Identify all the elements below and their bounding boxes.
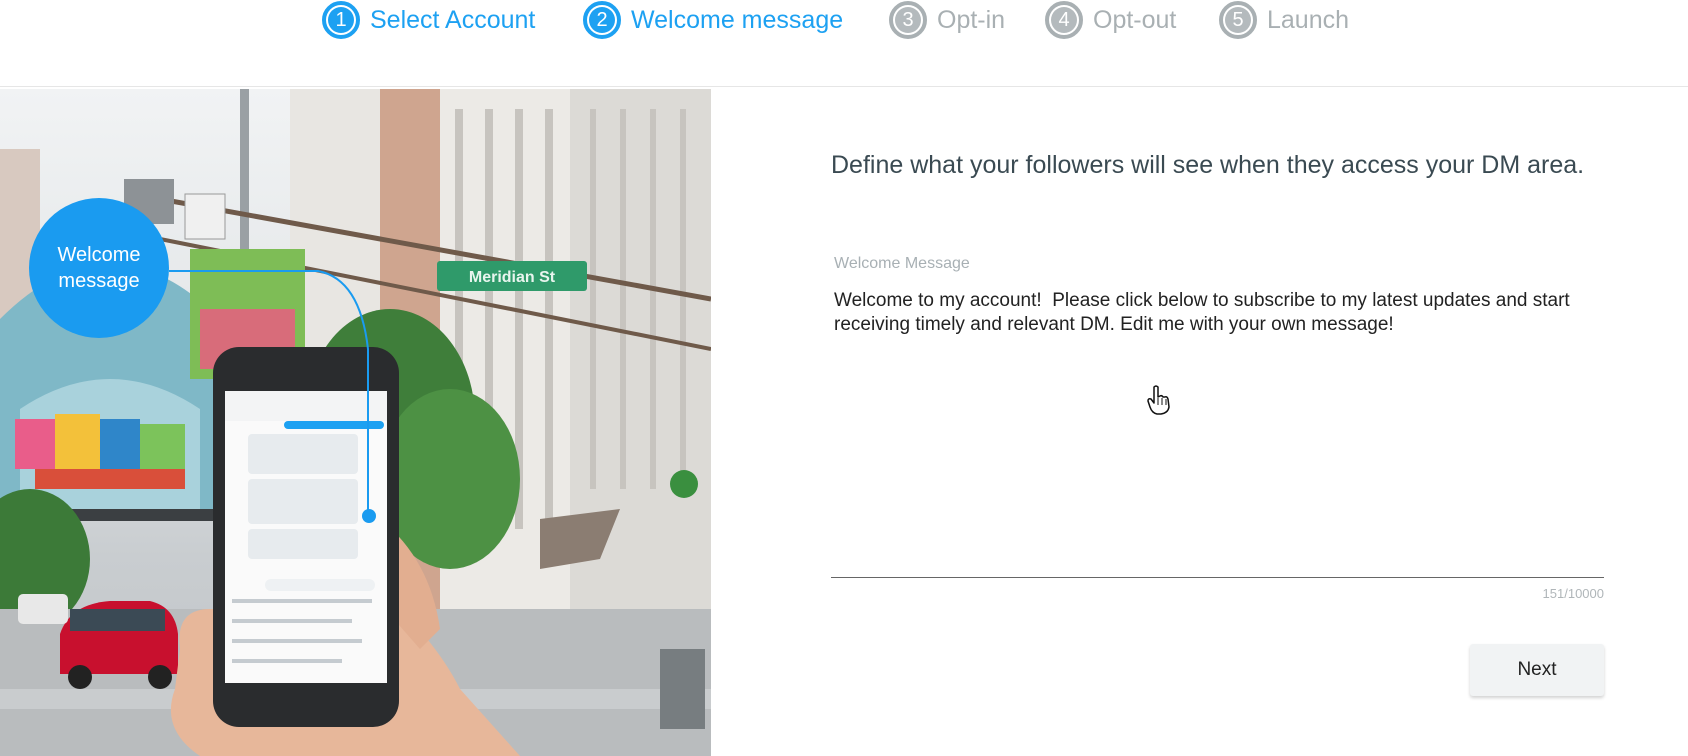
step-opt-out[interactable]: 4 Opt-out (1045, 0, 1176, 40)
next-button[interactable]: Next (1470, 644, 1604, 696)
step-label: Opt-in (937, 5, 1006, 34)
progress-stepper: 1 Select Account 2 Welcome message 3 Opt… (0, 0, 1688, 87)
bubble-line-1: Welcome (57, 244, 141, 266)
step-welcome-message[interactable]: 2 Welcome message (583, 0, 843, 40)
welcome-message-textarea[interactable]: Welcome to my account! Please click belo… (834, 289, 1604, 569)
textarea-underline (831, 577, 1604, 578)
step-label: Launch (1267, 5, 1350, 34)
welcome-message-bubble: Welcome message (29, 198, 169, 338)
street-phone-illustration: Meridian St Welcome message (0, 89, 711, 756)
step-number-circle: 1 (322, 1, 360, 39)
step-label: Select Account (370, 5, 536, 34)
street-scene-graphic: Meridian St (0, 89, 711, 756)
character-counter: 151/10000 (1542, 586, 1604, 601)
step-select-account[interactable]: 1 Select Account (322, 0, 535, 40)
step-number-circle: 5 (1219, 1, 1257, 39)
step-number-circle: 3 (889, 1, 927, 39)
welcome-message-label: Welcome Message (834, 255, 970, 272)
hand-cursor-icon (1147, 385, 1170, 415)
street-sign-text: Meridian St (469, 269, 556, 286)
step-launch[interactable]: 5 Launch (1219, 0, 1349, 40)
welcome-message-form: Define what your followers will see when… (711, 89, 1688, 756)
step-opt-in[interactable]: 3 Opt-in (889, 0, 1005, 40)
step-label: Opt-out (1093, 5, 1177, 34)
form-heading: Define what your followers will see when… (831, 151, 1585, 179)
step-number-circle: 2 (583, 1, 621, 39)
step-label: Welcome message (631, 5, 844, 34)
step-number-circle: 4 (1045, 1, 1083, 39)
bubble-line-2: message (58, 270, 140, 292)
